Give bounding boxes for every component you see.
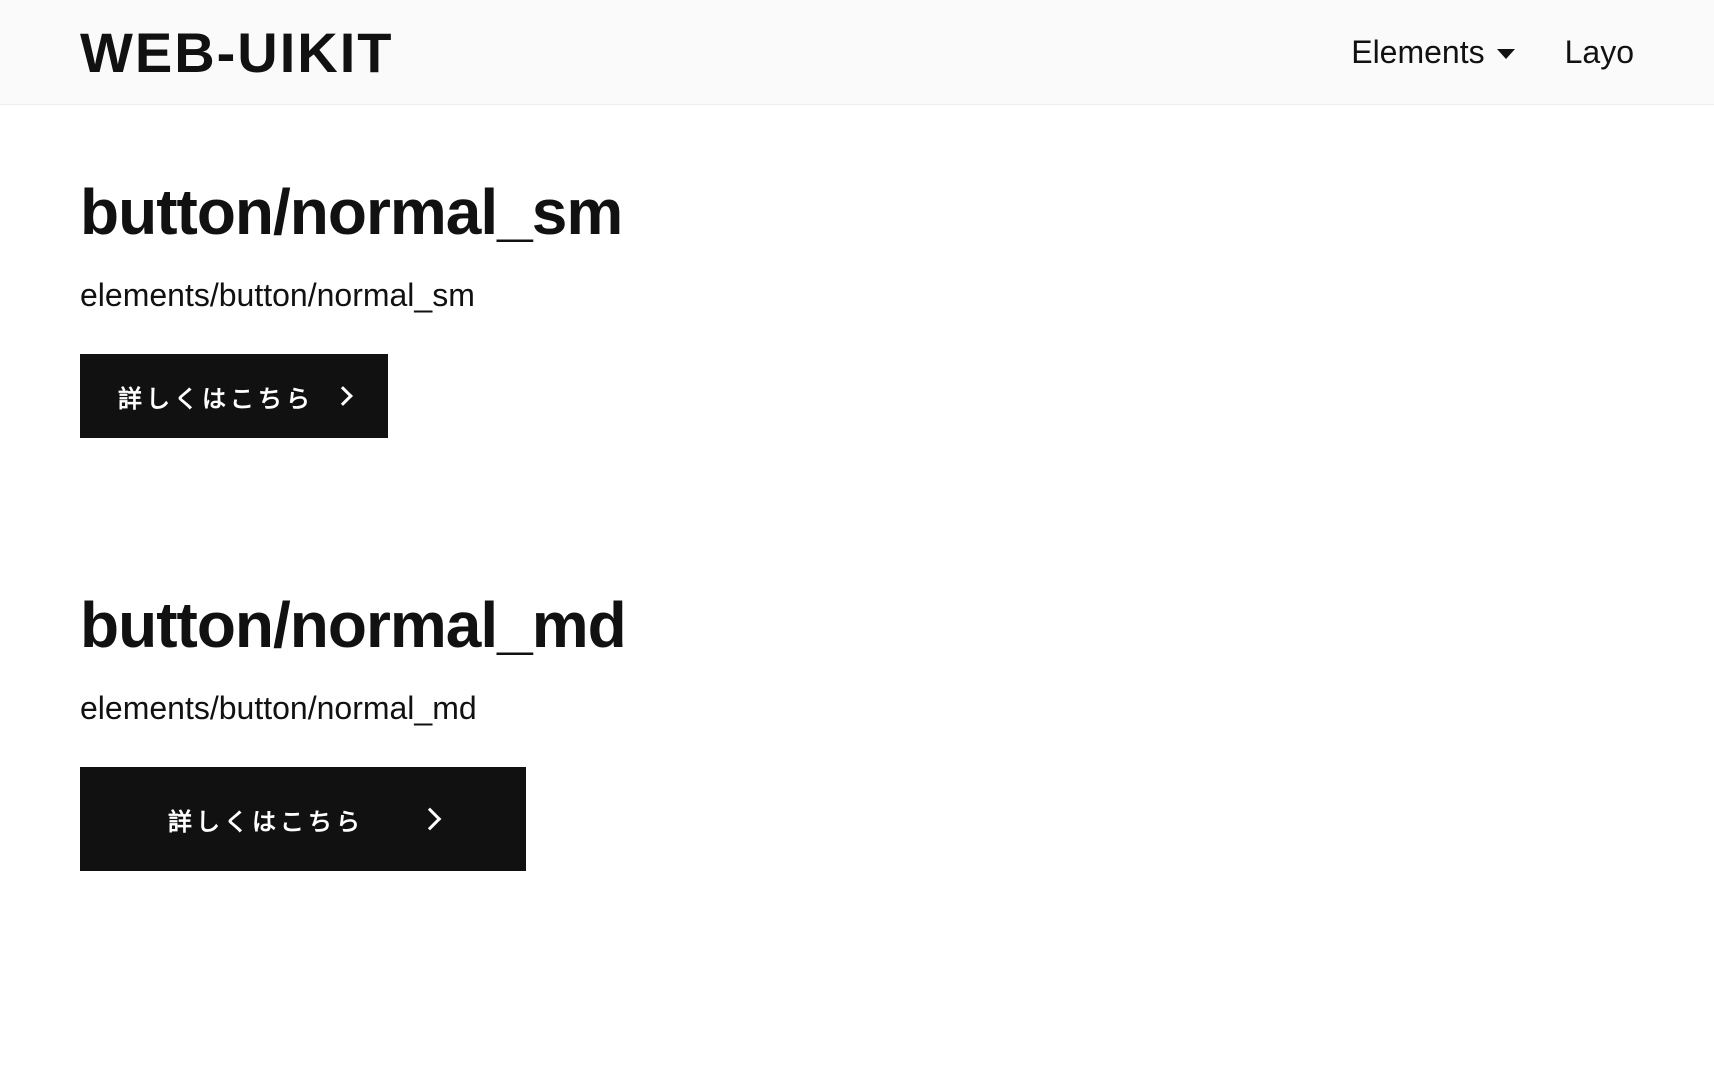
chevron-right-icon <box>333 386 353 406</box>
nav: Elements Layo <box>1351 34 1634 71</box>
button-normal-md[interactable]: 詳しくはこちら <box>80 767 526 871</box>
caret-down-icon <box>1497 49 1515 59</box>
button-label: 詳しくはこちら <box>168 802 364 837</box>
site-logo[interactable]: WEB-UIKIT <box>80 20 394 85</box>
nav-layout-label: Layo <box>1565 34 1634 71</box>
nav-elements-label: Elements <box>1351 34 1484 71</box>
header: WEB-UIKIT Elements Layo <box>0 0 1714 105</box>
nav-layout[interactable]: Layo <box>1565 34 1634 71</box>
section-path: elements/button/normal_sm <box>80 277 1634 314</box>
chevron-right-icon <box>419 808 442 831</box>
section-normal-md: button/normal_md elements/button/normal_… <box>80 588 1634 871</box>
section-title: button/normal_md <box>80 588 1634 662</box>
button-label: 詳しくはこちら <box>118 379 314 414</box>
button-normal-sm[interactable]: 詳しくはこちら <box>80 354 388 438</box>
content: button/normal_sm elements/button/normal_… <box>0 105 1714 1091</box>
section-normal-sm: button/normal_sm elements/button/normal_… <box>80 175 1634 438</box>
section-title: button/normal_sm <box>80 175 1634 249</box>
section-path: elements/button/normal_md <box>80 690 1634 727</box>
nav-elements[interactable]: Elements <box>1351 34 1514 71</box>
